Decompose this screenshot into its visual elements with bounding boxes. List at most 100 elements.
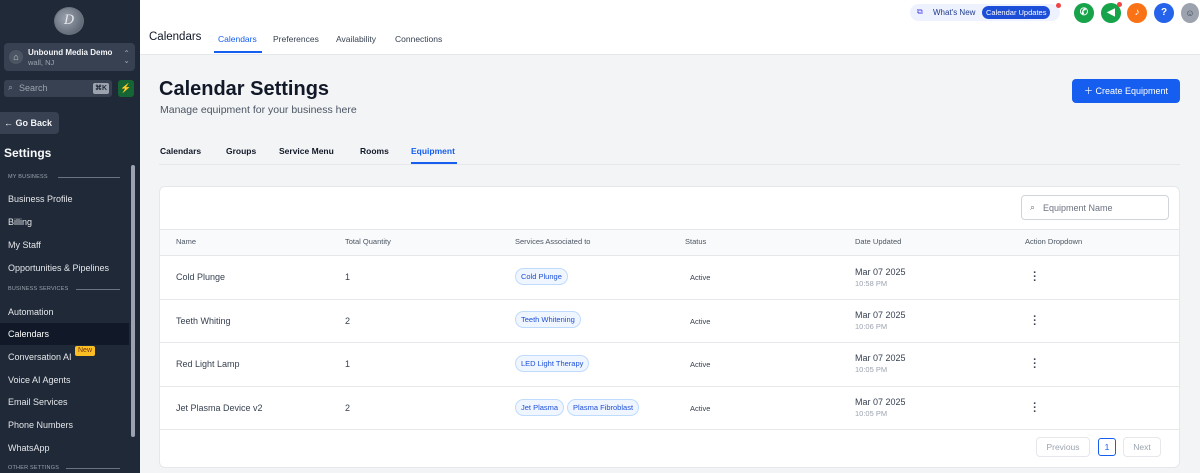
breadcrumb: Calendars	[149, 31, 202, 43]
col-action-dropdown: Action Dropdown	[1025, 237, 1083, 246]
col-status[interactable]: Status	[685, 237, 706, 246]
divider	[76, 289, 120, 290]
service-tag: Cold Plunge	[515, 268, 568, 285]
date-updated: Mar 07 2025	[855, 397, 906, 407]
logo-letter: D	[64, 13, 75, 28]
sidebar-item-whatsapp[interactable]: WhatsApp	[0, 437, 129, 459]
sidebar: D ⌂ Unbound Media Demo wall, NJ ⌃ ⌄ ⌕ Sea…	[0, 0, 140, 473]
table-row	[160, 386, 1179, 430]
user-avatar[interactable]: ☺	[1181, 3, 1199, 23]
quick-action-bolt-icon[interactable]: ⚡	[118, 80, 134, 97]
sidebar-item-email-services[interactable]: Email Services	[0, 391, 129, 413]
subtab-rooms[interactable]: Rooms	[360, 146, 389, 156]
section-other-settings: OTHER SETTINGS	[8, 465, 60, 471]
sidebar-item-phone-numbers[interactable]: Phone Numbers	[0, 414, 129, 436]
time-updated: 10:05 PM	[855, 365, 888, 374]
whats-new-button[interactable]: ⧉ What's New Calendar Updates	[910, 3, 1061, 21]
settings-title: Settings	[4, 146, 52, 160]
equipment-search-input[interactable]: ⌕ Equipment Name	[1021, 195, 1169, 220]
sidebar-item-conversation-ai[interactable]: Conversation AI	[0, 346, 129, 368]
sidebar-item-opportunities[interactable]: Opportunities & Pipelines	[0, 257, 129, 279]
col-date-updated[interactable]: Date Updated	[855, 237, 901, 246]
create-equipment-button[interactable]: ＋ Create Equipment	[1072, 79, 1180, 103]
sidebar-item-business-profile[interactable]: Business Profile	[0, 188, 129, 210]
create-equipment-label: Create Equipment	[1095, 86, 1169, 96]
sidebar-item-my-staff[interactable]: My Staff	[0, 234, 129, 256]
company-logo[interactable]: D	[54, 7, 84, 35]
col-name[interactable]: Name	[176, 237, 196, 246]
help-icon[interactable]: ?	[1154, 3, 1174, 23]
go-back-button[interactable]: ← Go Back	[0, 112, 59, 134]
equipment-quantity: 1	[345, 272, 351, 282]
time-updated: 10:06 PM	[855, 322, 888, 331]
table-row	[160, 256, 1179, 300]
active-subtab-indicator	[411, 162, 457, 164]
account-name: Unbound Media Demo	[28, 48, 113, 57]
whats-new-label: What's New	[933, 8, 976, 17]
service-tag: Plasma Fibroblast	[567, 399, 640, 416]
section-my-business: MY BUSINESS	[8, 174, 48, 180]
col-total-quantity[interactable]: Total Quantity	[345, 237, 391, 246]
equipment-quantity: 2	[345, 403, 351, 413]
equipment-name: Jet Plasma Device v2	[176, 403, 263, 413]
go-back-label: Go Back	[15, 118, 53, 128]
col-services[interactable]: Services Associated to	[515, 237, 590, 246]
gift-icon: ⧉	[917, 7, 923, 16]
search-shortcut: ⌘K	[92, 83, 109, 94]
equipment-name: Teeth Whiting	[176, 316, 231, 326]
date-updated: Mar 07 2025	[855, 353, 906, 363]
kebab-menu-icon[interactable]: · · ·	[1030, 268, 1040, 287]
divider	[66, 468, 120, 469]
divider	[58, 177, 120, 178]
service-tag: LED Light Therapy	[515, 355, 590, 372]
sidebar-item-billing[interactable]: Billing	[0, 211, 129, 233]
tab-availability[interactable]: Availability	[336, 34, 376, 44]
equipment-search-placeholder: Equipment Name	[1043, 203, 1113, 213]
table-row	[160, 299, 1179, 343]
page-title: Calendar Settings	[159, 78, 330, 100]
equipment-quantity: 2	[345, 316, 351, 326]
equipment-name: Cold Plunge	[176, 272, 226, 282]
sidebar-search[interactable]: ⌕ Search ⌘K	[4, 80, 112, 97]
section-business-services: BUSINESS SERVICES	[8, 286, 69, 292]
page-number-button[interactable]: 1	[1098, 438, 1116, 456]
subtab-calendars[interactable]: Calendars	[160, 146, 201, 156]
search-icon: ⌕	[1030, 202, 1036, 212]
chevron-updown-icon: ⌃ ⌄	[123, 49, 130, 65]
subtab-equipment[interactable]: Equipment	[411, 146, 455, 156]
building-icon: ⌂	[9, 50, 23, 64]
account-switcher[interactable]: ⌂ Unbound Media Demo wall, NJ ⌃ ⌄	[4, 43, 135, 71]
service-tag: Jet Plasma	[515, 399, 565, 416]
tab-calendars[interactable]: Calendars	[218, 34, 257, 44]
search-placeholder: Search	[19, 83, 48, 93]
tab-preferences[interactable]: Preferences	[273, 34, 319, 44]
subtab-groups[interactable]: Groups	[226, 146, 256, 156]
subtab-service-menu[interactable]: Service Menu	[279, 146, 334, 156]
previous-page-button[interactable]: Previous	[1036, 437, 1090, 457]
next-page-button[interactable]: Next	[1123, 437, 1161, 457]
sidebar-item-calendars[interactable]: Calendars	[0, 323, 129, 345]
equipment-name: Red Light Lamp	[176, 359, 240, 369]
calendar-updates-pill[interactable]: Calendar Updates	[982, 6, 1051, 19]
sidebar-item-automation[interactable]: Automation	[0, 301, 129, 323]
bell-icon[interactable]: ♪	[1127, 3, 1147, 23]
kebab-menu-icon[interactable]: · · ·	[1030, 355, 1040, 374]
notification-dot	[1117, 2, 1122, 7]
status-text: Active	[690, 360, 711, 369]
kebab-menu-icon[interactable]: · · ·	[1030, 399, 1040, 418]
new-badge: New	[75, 346, 96, 356]
search-icon: ⌕	[8, 82, 14, 92]
equipment-quantity: 1	[345, 359, 351, 369]
top-bar: Calendars Calendars Preferences Availabi…	[140, 0, 1200, 55]
subtab-divider	[159, 164, 1180, 165]
megaphone-icon[interactable]: ◀	[1101, 2, 1122, 23]
tab-connections[interactable]: Connections	[395, 34, 442, 44]
sidebar-scrollbar[interactable]	[131, 165, 135, 437]
kebab-menu-icon[interactable]: · · ·	[1030, 312, 1040, 331]
page-subtitle: Manage equipment for your business here	[160, 104, 357, 116]
sidebar-item-voice-ai[interactable]: Voice AI Agents	[0, 369, 129, 391]
time-updated: 10:58 PM	[855, 279, 888, 288]
phone-icon[interactable]: ✆	[1074, 3, 1094, 23]
notification-dot	[1056, 3, 1061, 8]
time-updated: 10:05 PM	[855, 409, 888, 418]
